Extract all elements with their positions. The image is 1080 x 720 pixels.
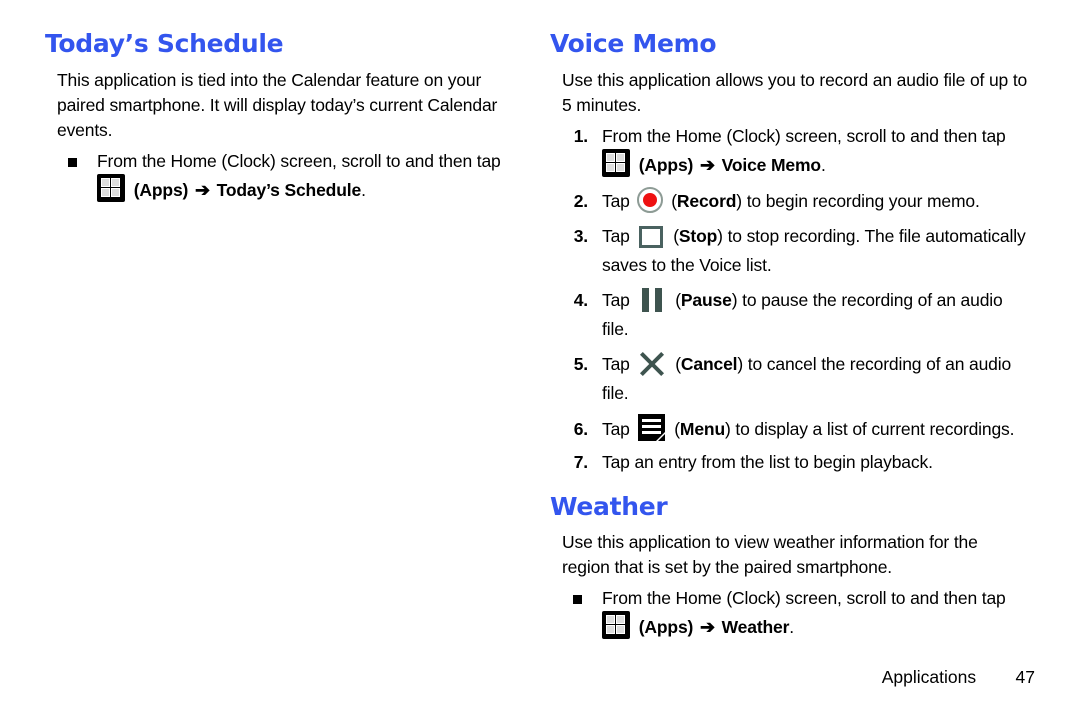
- list-item: 5. Tap (Cancel) to cancel the recording …: [550, 350, 1030, 408]
- period: .: [361, 179, 366, 200]
- step-number: 1.: [573, 125, 588, 146]
- document-page: Today’s Schedule This application is tie…: [0, 0, 1080, 720]
- control-label: Cancel: [680, 353, 738, 374]
- control-label: Pause: [680, 289, 732, 310]
- step-text: Tap: [602, 418, 630, 439]
- step-number: 2.: [573, 190, 588, 211]
- menu-icon[interactable]: [638, 413, 666, 441]
- step-text: Tap: [602, 353, 630, 374]
- apps-icon[interactable]: [602, 611, 630, 639]
- step-number: 4.: [573, 289, 588, 310]
- list-item: 4. Tap (Pause) to pause the recording of…: [550, 286, 1030, 344]
- step-number: 6.: [573, 418, 588, 439]
- voice-memo-intro: Use this application allows you to recor…: [562, 69, 1028, 115]
- list-item: 1. From the Home (Clock) screen, scroll …: [550, 124, 1030, 180]
- control-label: Stop: [678, 225, 718, 246]
- apps-icon-label: (Apps): [638, 154, 694, 175]
- record-icon[interactable]: [637, 186, 664, 213]
- stop-icon[interactable]: [639, 225, 664, 248]
- page-footer: Applications 47: [0, 667, 1080, 688]
- weather-intro: Use this application to view weather inf…: [562, 532, 978, 577]
- control-label: Menu: [679, 418, 725, 439]
- apps-icon[interactable]: [602, 148, 630, 177]
- list-item: From the Home (Clock) screen, scroll to …: [550, 586, 1030, 642]
- arrow-right-icon: ➔: [699, 617, 715, 637]
- step-text-after: to display a list of current recordings.: [730, 418, 1015, 439]
- step-text-after: to stop recording. The file automaticall…: [602, 225, 1026, 275]
- page-number: 47: [1015, 667, 1035, 687]
- bullet-text: From the Home (Clock) screen, scroll to …: [97, 150, 501, 171]
- bullet-text: From the Home (Clock) screen, scroll to …: [602, 588, 1006, 608]
- page-title-weather: Weather: [550, 491, 668, 521]
- pause-icon[interactable]: [639, 287, 665, 312]
- step-number: 7.: [573, 451, 588, 472]
- left-column: Today’s Schedule This application is tie…: [45, 30, 525, 205]
- step-text-after: to begin recording your memo.: [741, 190, 980, 211]
- apps-icon[interactable]: [97, 173, 125, 202]
- arrow-right-icon: ➔: [194, 179, 210, 200]
- list-item: 3. Tap (Stop) to stop recording. The fil…: [550, 222, 1030, 280]
- list-item: 2. Tap (Record) to begin recording your …: [550, 186, 1030, 216]
- step-text: Tap an entry from the list to begin play…: [602, 451, 933, 472]
- step-number: 5.: [573, 353, 588, 374]
- menu-target-label: Weather: [721, 617, 790, 637]
- bullet-square-icon: [68, 157, 77, 167]
- step-text: From the Home (Clock) screen, scroll to …: [602, 125, 1006, 146]
- menu-target-label: Voice Memo: [721, 154, 821, 175]
- page-title-todays-schedule: Today’s Schedule: [45, 29, 284, 58]
- arrow-right-icon: ➔: [699, 154, 715, 175]
- page-title-voice-memo: Voice Memo: [550, 29, 717, 58]
- bullet-square-icon: [573, 595, 582, 604]
- footer-label: Applications: [881, 667, 977, 687]
- period: .: [820, 154, 826, 175]
- list-item: 7. Tap an entry from the list to begin p…: [550, 450, 1030, 475]
- step-text: Tap: [602, 190, 630, 211]
- right-column: Voice Memo Use this application allows y…: [550, 30, 1030, 642]
- todays-schedule-intro: This application is tied into the Calend…: [57, 69, 498, 140]
- apps-icon-label: (Apps): [638, 617, 694, 637]
- list-item: From the Home (Clock) screen, scroll to …: [45, 149, 525, 205]
- step-text: Tap: [602, 225, 630, 246]
- apps-icon-label: (Apps): [133, 179, 189, 200]
- list-item: 6. Tap (Menu) to display a list of curre…: [550, 413, 1030, 444]
- step-number: 3.: [573, 225, 588, 246]
- step-text: Tap: [602, 289, 630, 310]
- cancel-icon[interactable]: [639, 351, 665, 376]
- menu-target-label: Today’s Schedule: [216, 179, 362, 200]
- control-label: Record: [676, 190, 737, 211]
- period: .: [789, 617, 795, 637]
